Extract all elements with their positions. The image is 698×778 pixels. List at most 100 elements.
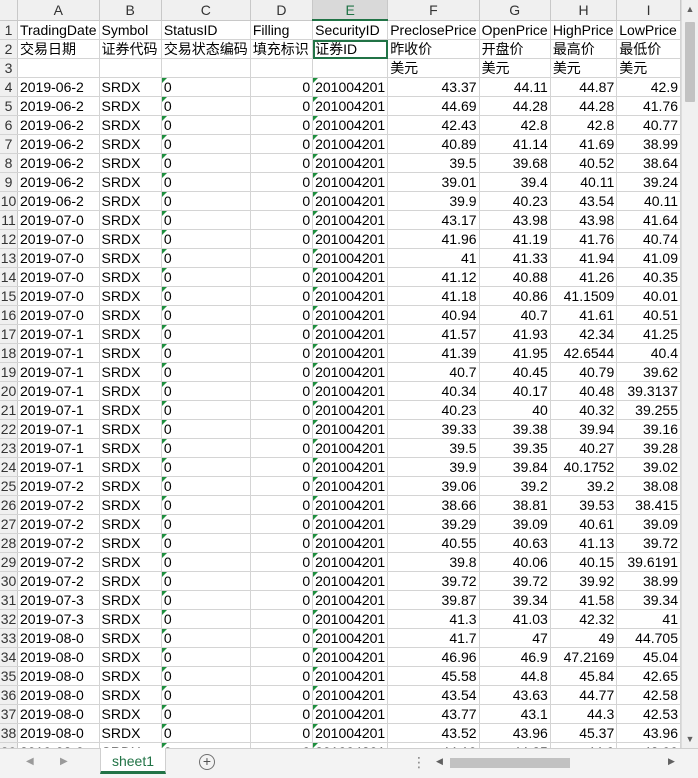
column-header-d[interactable]: D: [250, 0, 314, 21]
cell[interactable]: [17, 58, 100, 78]
cell[interactable]: Symbol: [99, 20, 162, 40]
cell-date[interactable]: 2019-07-2: [17, 533, 100, 553]
cell-sym[interactable]: SRDX: [99, 191, 162, 211]
spreadsheet-grid[interactable]: A B C D E F G H I 1 TradingDate Symbol StatusID Filli…: [0, 0, 681, 748]
cell-high[interactable]: 40.15: [550, 552, 618, 572]
row-header[interactable]: 13: [0, 248, 18, 268]
cell-high[interactable]: 41.94: [550, 248, 618, 268]
row-header[interactable]: 8: [0, 153, 18, 173]
cell-sec[interactable]: 201004201: [312, 305, 389, 325]
cell-pre[interactable]: 40.34: [387, 381, 480, 401]
row-header[interactable]: 3: [0, 58, 18, 78]
cell-fill[interactable]: 0: [250, 362, 314, 382]
cell-fill[interactable]: 0: [250, 609, 314, 629]
cell-status[interactable]: 0: [161, 210, 251, 230]
cell[interactable]: SecurityID: [312, 20, 389, 40]
cell[interactable]: [99, 58, 162, 78]
cell-low[interactable]: 45.04: [616, 647, 681, 667]
row-header[interactable]: 12: [0, 229, 18, 249]
cell-sec[interactable]: 201004201: [312, 723, 389, 743]
row-header[interactable]: 15: [0, 286, 18, 306]
cell-status[interactable]: 0: [161, 704, 251, 724]
cell[interactable]: 证券代码: [99, 39, 162, 59]
cell-high[interactable]: 39.2: [550, 476, 618, 496]
cell-fill[interactable]: 0: [250, 628, 314, 648]
cell-status[interactable]: 0: [161, 628, 251, 648]
cell[interactable]: 开盘价: [479, 39, 551, 59]
cell-fill[interactable]: 0: [250, 210, 314, 230]
cell-open[interactable]: 40.63: [479, 533, 551, 553]
cell-pre[interactable]: 43.54: [387, 685, 480, 705]
row-header[interactable]: 36: [0, 685, 18, 705]
cell-status[interactable]: 0: [161, 723, 251, 743]
cell-status[interactable]: 0: [161, 571, 251, 591]
row-header[interactable]: 18: [0, 343, 18, 363]
row-header[interactable]: 2: [0, 39, 18, 59]
cell-open[interactable]: 39.4: [479, 172, 551, 192]
cell-low[interactable]: 40.11: [616, 191, 681, 211]
cell-fill[interactable]: 0: [250, 153, 314, 173]
cell-open[interactable]: 43.1: [479, 704, 551, 724]
cell-sym[interactable]: SRDX: [99, 514, 162, 534]
cell-low[interactable]: 40.51: [616, 305, 681, 325]
cell-high[interactable]: 47.2169: [550, 647, 618, 667]
cell-sym[interactable]: SRDX: [99, 552, 162, 572]
cell-low[interactable]: 38.64: [616, 153, 681, 173]
cell[interactable]: 填充标识: [250, 39, 314, 59]
cell-fill[interactable]: 0: [250, 457, 314, 477]
cell-sym[interactable]: SRDX: [99, 533, 162, 553]
cell-sec[interactable]: 201004201: [312, 362, 389, 382]
cell-sec[interactable]: 201004201: [312, 438, 389, 458]
cell-sec[interactable]: 201004201: [312, 400, 389, 420]
cell-low[interactable]: 42.65: [616, 666, 681, 686]
cell-pre[interactable]: 41.3: [387, 609, 480, 629]
cell[interactable]: LowPrice: [616, 20, 681, 40]
chevron-left-icon[interactable]: ◀: [436, 756, 443, 767]
cell-pre[interactable]: 41: [387, 248, 480, 268]
cell-low[interactable]: 40.35: [616, 267, 681, 287]
cell[interactable]: 美元: [479, 58, 551, 78]
row-header[interactable]: 9: [0, 172, 18, 192]
cell-open[interactable]: 41.95: [479, 343, 551, 363]
cell-status[interactable]: 0: [161, 343, 251, 363]
cell[interactable]: StatusID: [161, 20, 251, 40]
cell-date[interactable]: 2019-06-2: [17, 191, 100, 211]
cell-high[interactable]: 40.61: [550, 514, 618, 534]
cell-open[interactable]: 39.34: [479, 590, 551, 610]
cell-sec[interactable]: 201004201: [312, 476, 389, 496]
cell[interactable]: 最高价: [550, 39, 618, 59]
row-header[interactable]: 14: [0, 267, 18, 287]
cell-date[interactable]: 2019-07-1: [17, 419, 100, 439]
cell-open[interactable]: 38.81: [479, 495, 551, 515]
chevron-up-icon[interactable]: ▲: [684, 2, 696, 16]
cell-low[interactable]: 43.96: [616, 723, 681, 743]
cell[interactable]: 交易状态编码: [161, 39, 251, 59]
cell-sym[interactable]: SRDX: [99, 590, 162, 610]
cell-sec[interactable]: 201004201: [312, 419, 389, 439]
cell-high[interactable]: 41.13: [550, 533, 618, 553]
cell-date[interactable]: 2019-07-1: [17, 400, 100, 420]
cell-sym[interactable]: SRDX: [99, 495, 162, 515]
cell-pre[interactable]: 41.96: [387, 229, 480, 249]
cell-date[interactable]: 2019-06-2: [17, 134, 100, 154]
cell-sym[interactable]: SRDX: [99, 115, 162, 135]
cell-high[interactable]: 40.48: [550, 381, 618, 401]
cell-date[interactable]: 2019-06-2: [17, 115, 100, 135]
cell-high[interactable]: 44.28: [550, 96, 618, 116]
cell-low[interactable]: 39.24: [616, 172, 681, 192]
cell-pre[interactable]: 42.43: [387, 115, 480, 135]
cell-open[interactable]: 47: [479, 628, 551, 648]
cell-date[interactable]: 2019-07-1: [17, 324, 100, 344]
cell-open[interactable]: 39.84: [479, 457, 551, 477]
cell-low[interactable]: 39.3137: [616, 381, 681, 401]
cell-date[interactable]: 2019-07-0: [17, 305, 100, 325]
row-header[interactable]: 35: [0, 666, 18, 686]
cell-date[interactable]: 2019-07-1: [17, 438, 100, 458]
cell-status[interactable]: 0: [161, 381, 251, 401]
cell-pre[interactable]: 40.89: [387, 134, 480, 154]
column-header-f[interactable]: F: [387, 0, 480, 21]
cell-high[interactable]: 43.98: [550, 210, 618, 230]
chevron-down-icon[interactable]: ▼: [684, 732, 696, 746]
cell-fill[interactable]: 0: [250, 343, 314, 363]
cell-fill[interactable]: 0: [250, 704, 314, 724]
